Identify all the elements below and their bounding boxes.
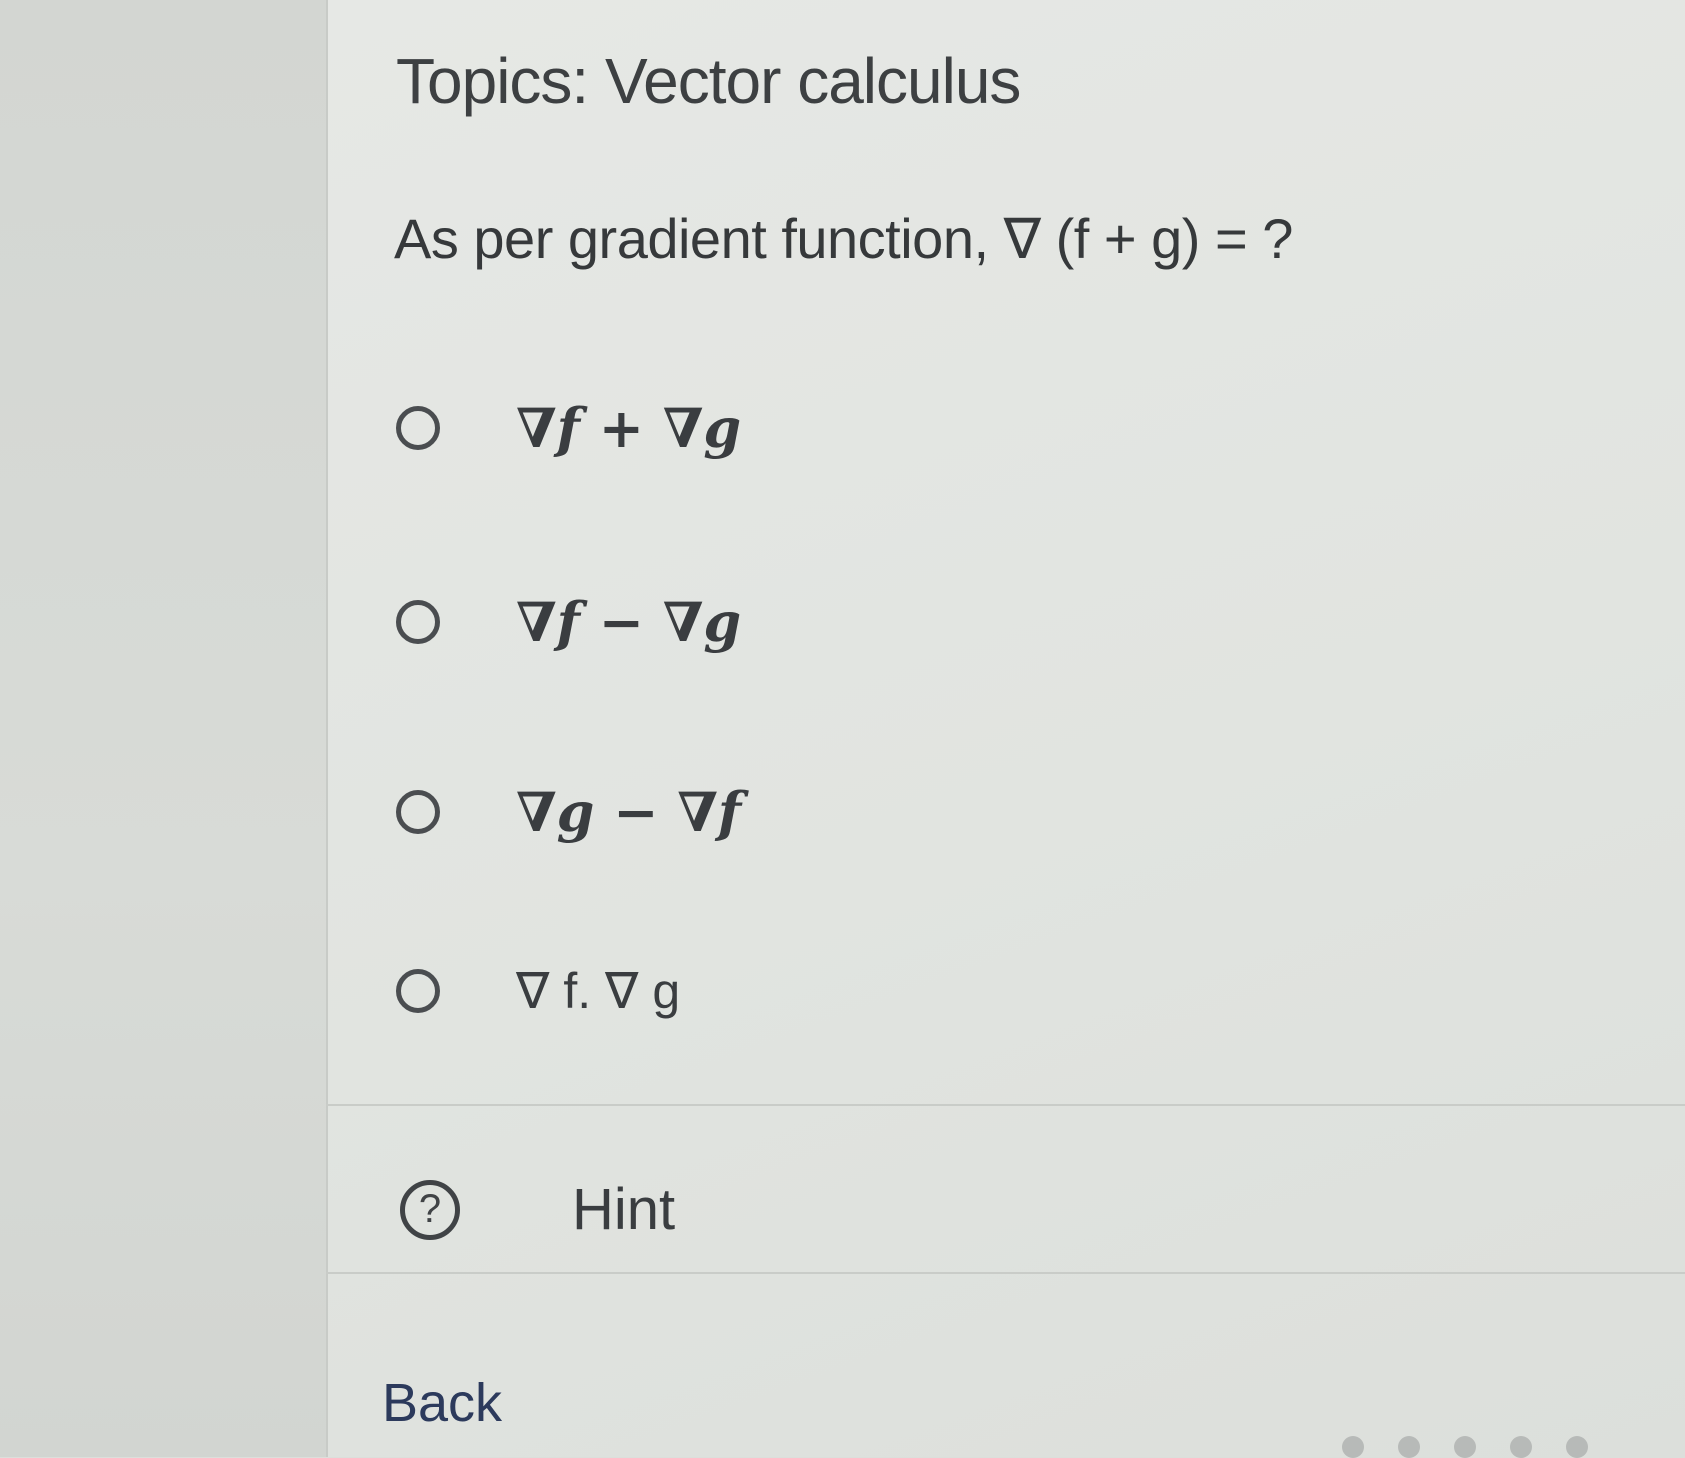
pager-dot (1510, 1436, 1532, 1458)
radio-button[interactable] (396, 790, 440, 834)
pager-dot (1342, 1436, 1364, 1458)
divider (326, 1272, 1685, 1274)
option-2[interactable]: ∇f − ∇g (396, 590, 741, 654)
option-1[interactable]: ∇f + ∇g (396, 396, 741, 460)
pager-dot (1398, 1436, 1420, 1458)
radio-button[interactable] (396, 969, 440, 1013)
option-label: ∇f + ∇g (516, 396, 742, 460)
pager-dot (1454, 1436, 1476, 1458)
hint-label[interactable]: Hint (572, 1176, 675, 1243)
option-label: ∇ f. ∇ g (516, 963, 681, 1019)
question-circle-icon[interactable]: ? (400, 1179, 460, 1240)
hint-button[interactable]: ? Hint (400, 1176, 675, 1243)
radio-button[interactable] (396, 406, 440, 450)
divider (326, 1104, 1685, 1106)
option-3[interactable]: ∇g − ∇f (396, 780, 741, 844)
radio-button[interactable] (396, 600, 440, 644)
back-link[interactable]: Back (382, 1372, 502, 1434)
option-label: ∇g − ∇f (516, 780, 742, 844)
option-label: ∇f − ∇g (516, 590, 742, 654)
question-text: As per gradient function, ∇ (f + g) = ? (394, 207, 1293, 270)
topics-heading: Topics: Vector calculus (396, 45, 1021, 117)
left-margin (0, 0, 326, 1457)
pager-dots (1342, 1436, 1588, 1458)
option-4[interactable]: ∇ f. ∇ g (396, 962, 680, 1020)
pager-dot (1566, 1436, 1588, 1458)
